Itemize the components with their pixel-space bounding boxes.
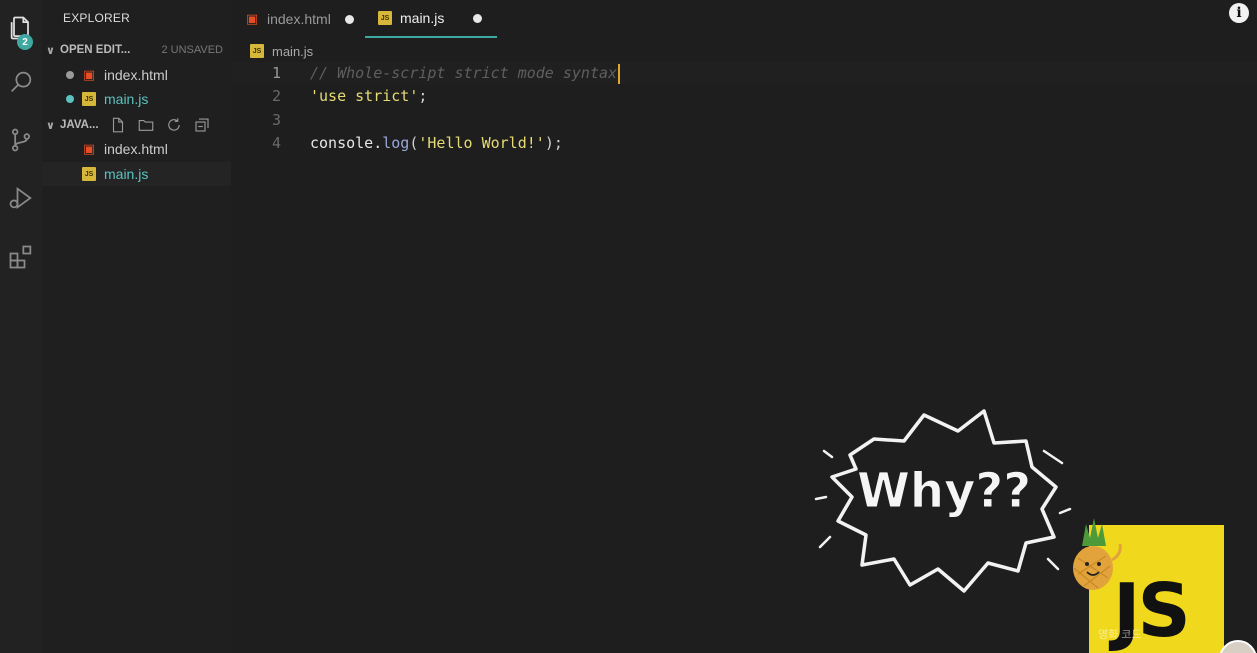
- code-line[interactable]: 3: [231, 109, 1257, 132]
- collapse-all-icon[interactable]: [193, 116, 211, 134]
- activity-bar: 2: [0, 0, 42, 653]
- open-editors-label: OPEN EDIT...: [60, 44, 131, 56]
- explorer-badge: 2: [17, 34, 33, 50]
- line-number: 4: [271, 133, 281, 152]
- folder-item-index-html[interactable]: ▣ index.html: [42, 137, 231, 161]
- text-cursor: [618, 63, 621, 84]
- refresh-icon[interactable]: [165, 116, 183, 134]
- extensions-icon[interactable]: [0, 237, 42, 277]
- chevron-down-icon: ∨: [46, 119, 55, 132]
- channel-watermark: 영화 코드: [1098, 629, 1142, 641]
- tab-label: main.js: [400, 10, 445, 26]
- why-text: Why??: [857, 463, 1031, 519]
- comment-token: // Whole-script strict mode syntax: [310, 64, 618, 82]
- js-file-icon: JS: [378, 11, 392, 25]
- pineapple-mascot-icon: [1073, 518, 1122, 590]
- html5-icon: ▣: [245, 11, 259, 26]
- line-number: 3: [271, 110, 281, 129]
- tab-main-js[interactable]: JS main.js: [365, 0, 497, 38]
- unsaved-dot-icon[interactable]: [473, 13, 483, 23]
- line-number: 2: [271, 87, 281, 106]
- explorer-icon[interactable]: 2: [0, 8, 42, 50]
- unsaved-count: 2 UNSAVED: [161, 44, 223, 56]
- js-file-icon: JS: [82, 167, 96, 181]
- new-file-icon[interactable]: [109, 116, 127, 134]
- file-name: index.html: [104, 67, 168, 83]
- folder-item-main-js[interactable]: JS main.js: [42, 162, 231, 186]
- editor-tabs: ▣ index.html JS main.js: [231, 0, 1257, 38]
- code-line[interactable]: 4 console.log('Hello World!');: [231, 132, 1257, 155]
- presenter-avatar: [1219, 640, 1257, 653]
- js-file-icon: JS: [250, 44, 264, 58]
- info-icon[interactable]: i: [1229, 3, 1249, 23]
- open-editor-item-main-js[interactable]: JS main.js: [42, 87, 231, 111]
- unsaved-dot-icon[interactable]: [344, 14, 354, 24]
- new-folder-icon[interactable]: [137, 116, 155, 134]
- breadcrumb[interactable]: JS main.js: [250, 41, 313, 61]
- file-name: main.js: [104, 91, 149, 107]
- line-number: 1: [271, 64, 281, 82]
- file-name: index.html: [104, 141, 168, 157]
- unsaved-dot-icon: [66, 95, 74, 103]
- function-token: log: [382, 133, 410, 152]
- source-control-icon[interactable]: [0, 120, 42, 160]
- unsaved-dot-icon: [66, 71, 74, 79]
- sidebar-title: EXPLORER: [63, 11, 130, 25]
- tab-label: index.html: [267, 11, 331, 27]
- html5-icon: ▣: [82, 141, 96, 156]
- punctuation-token: ;: [418, 87, 428, 106]
- tab-index-html[interactable]: ▣ index.html: [245, 0, 354, 38]
- explorer-sidebar: EXPLORER ∨ OPEN EDIT... 2 UNSAVED ▣ inde…: [42, 0, 231, 653]
- string-token: 'Hello World!': [418, 133, 545, 152]
- why-burst-sticker: Why??: [814, 409, 1072, 593]
- search-icon[interactable]: [0, 62, 42, 102]
- file-name: main.js: [104, 166, 149, 182]
- run-debug-icon[interactable]: [0, 178, 42, 218]
- chevron-down-icon: ∨: [46, 44, 55, 57]
- breadcrumb-file: main.js: [272, 43, 314, 59]
- js-file-icon: JS: [82, 92, 96, 106]
- punctuation-token: );: [544, 133, 563, 152]
- punctuation-token: .: [373, 133, 383, 152]
- code-line[interactable]: 2 'use strict';: [231, 85, 1257, 108]
- folder-label: JAVA...: [60, 119, 99, 131]
- identifier-token: console: [310, 133, 374, 152]
- html5-icon: ▣: [82, 67, 96, 82]
- folder-section[interactable]: ∨ JAVA...: [42, 114, 231, 136]
- code-editor[interactable]: 1 // Whole-script strict mode syntax 2 '…: [231, 62, 1257, 155]
- open-editors-section[interactable]: ∨ OPEN EDIT... 2 UNSAVED: [42, 39, 231, 61]
- open-editor-item-index-html[interactable]: ▣ index.html: [42, 63, 231, 87]
- string-token: 'use strict': [310, 87, 419, 106]
- code-line[interactable]: 1 // Whole-script strict mode syntax: [231, 62, 1257, 86]
